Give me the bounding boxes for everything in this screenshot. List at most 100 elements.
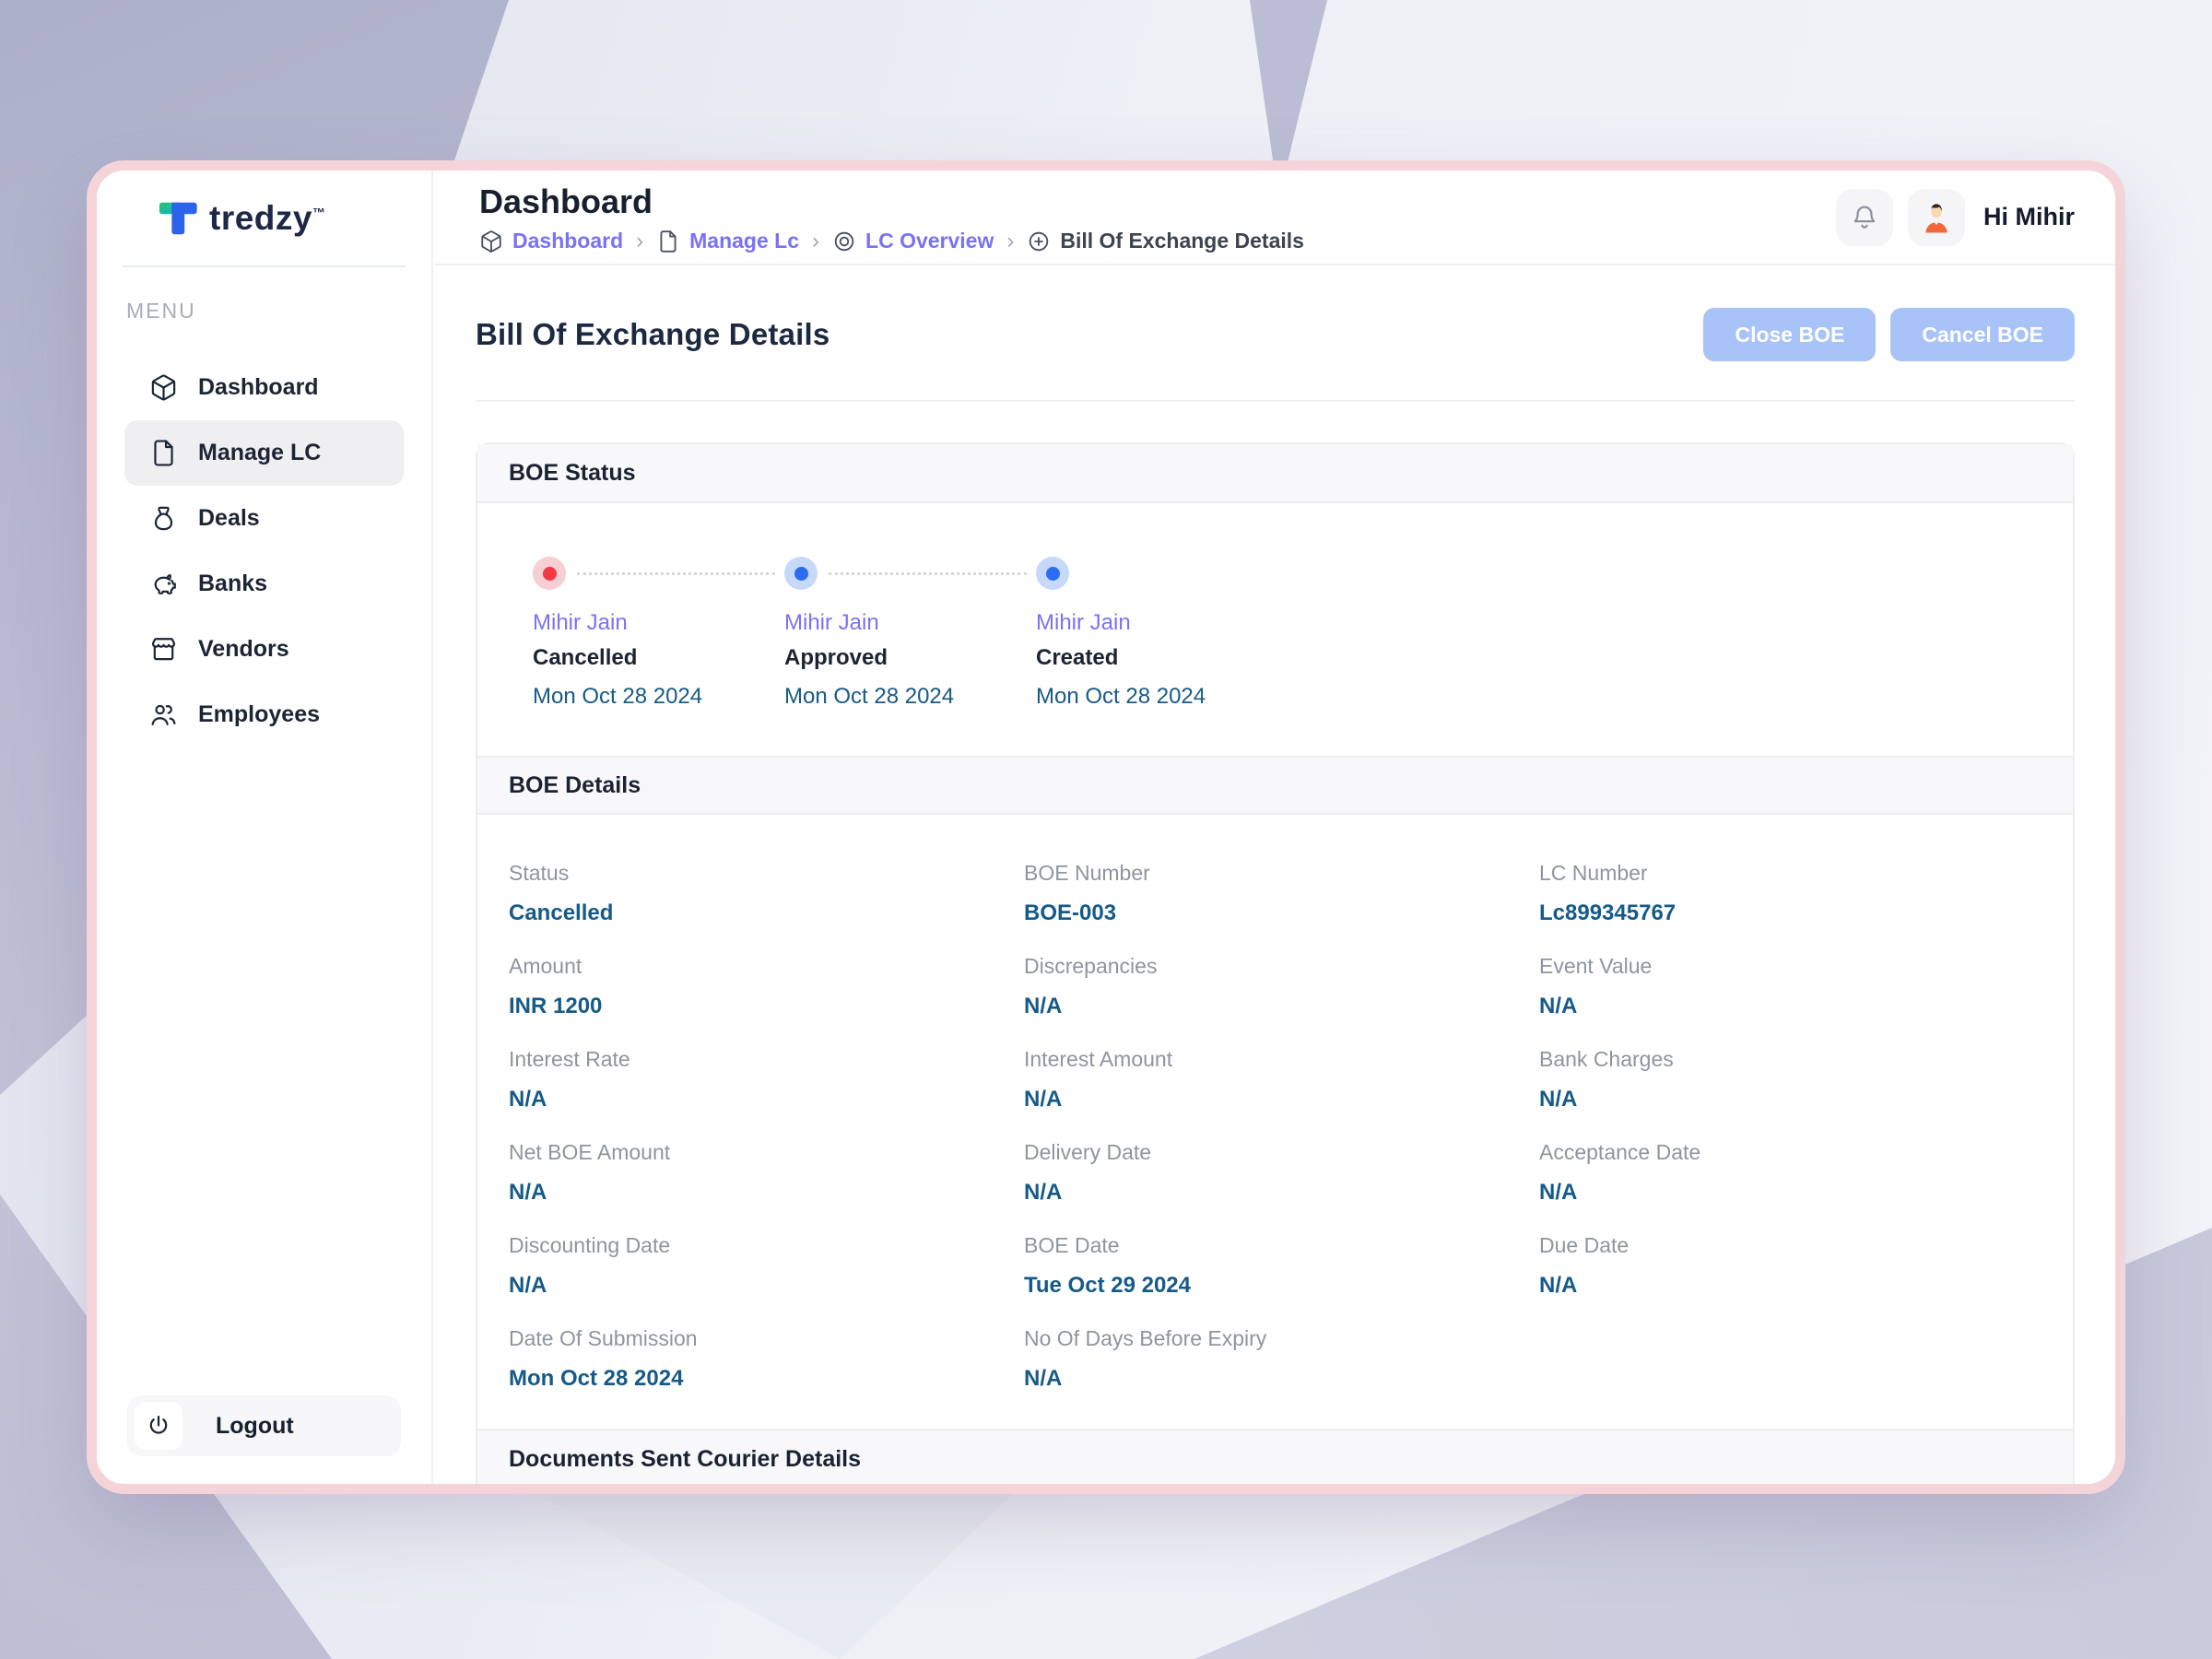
sidebar-item-label: Dashboard (198, 374, 319, 400)
avatar (1916, 197, 1957, 238)
notifications-button[interactable] (1836, 188, 1893, 246)
brand-logo: tredzy™ (97, 171, 431, 265)
file-icon (656, 229, 680, 253)
field-status: Status Cancelled (509, 861, 1024, 926)
brand-name: tredzy™ (209, 198, 326, 237)
app-window: tredzy™ MENU Dashboard Manage LC Deals B… (97, 171, 2115, 1484)
timeline-connector (829, 572, 1027, 575)
bell-icon (1849, 202, 1880, 233)
topbar-actions: Hi Mihir (1836, 188, 2075, 246)
boe-status-timeline: Mihir Jain Cancelled Mon Oct 28 2024 Mih… (477, 503, 2073, 756)
timeline-dot (533, 557, 566, 590)
breadcrumb-label: Bill Of Exchange Details (1060, 229, 1304, 253)
field-value: N/A (1024, 1180, 1063, 1205)
sidebar: tredzy™ MENU Dashboard Manage LC Deals B… (97, 171, 433, 1484)
piggy-bank-icon (149, 570, 178, 598)
field-label: BOE Number (1024, 861, 1150, 885)
field-value: N/A (1539, 1273, 1578, 1298)
sidebar-item-label: Manage LC (198, 440, 322, 465)
logout-button[interactable]: Logout (127, 1395, 401, 1456)
step-date: Mon Oct 28 2024 (533, 684, 703, 709)
sidebar-item-deals[interactable]: Deals (124, 486, 404, 551)
field-boe-number: BOE Number BOE-003 (1024, 861, 1539, 926)
step-date: Mon Oct 28 2024 (784, 684, 955, 709)
field-boe-date: BOE Date Tue Oct 29 2024 (1024, 1233, 1539, 1299)
breadcrumb-current: Bill Of Exchange Details (1027, 229, 1304, 253)
boe-details-title: Bill Of Exchange Details (476, 317, 830, 351)
step-status: Approved (784, 645, 888, 670)
sidebar-item-dashboard[interactable]: Dashboard (124, 355, 404, 420)
field-label: Acceptance Date (1539, 1140, 1701, 1164)
field-interest-rate: Interest Rate N/A (509, 1047, 1024, 1112)
field-value: N/A (1539, 1180, 1578, 1205)
timeline-dot (784, 557, 818, 590)
field-label: Discounting Date (509, 1233, 671, 1257)
boe-details-header: BOE Details (477, 756, 2073, 815)
field-label: Discrepancies (1024, 954, 1158, 978)
plus-circle-icon (1027, 229, 1051, 253)
field-value: Mon Oct 28 2024 (509, 1366, 684, 1391)
breadcrumb-separator: › (636, 228, 644, 253)
profile-avatar-button[interactable] (1908, 188, 1965, 246)
menu-section-label: MENU (126, 299, 196, 323)
step-actor: Mihir Jain (1036, 610, 1131, 635)
sidebar-item-employees[interactable]: Employees (124, 682, 404, 747)
page-header: Bill Of Exchange Details Close BOE Cance… (435, 308, 2115, 402)
page-title: Dashboard (479, 182, 653, 220)
field-label: Event Value (1539, 954, 1653, 978)
sidebar-item-label: Employees (198, 701, 321, 727)
field-bank-charges: Bank Charges N/A (1539, 1047, 2054, 1112)
courier-details-header: Documents Sent Courier Details (477, 1429, 2073, 1484)
field-label: LC Number (1539, 861, 1648, 885)
field-value: N/A (509, 1273, 547, 1298)
sidebar-item-vendors[interactable]: Vendors (124, 617, 404, 682)
field-value: BOE-003 (1024, 900, 1117, 925)
field-label: Due Date (1539, 1233, 1630, 1257)
step-status: Cancelled (533, 645, 638, 670)
breadcrumb-label: LC Overview (865, 229, 994, 253)
field-value: INR 1200 (509, 994, 603, 1018)
timeline-step-cancelled: Mihir Jain Cancelled Mon Oct 28 2024 (533, 557, 784, 710)
breadcrumb-dashboard[interactable]: Dashboard (479, 229, 623, 253)
people-icon (149, 700, 178, 729)
sidebar-nav: Dashboard Manage LC Deals Banks Vendors … (97, 355, 431, 747)
breadcrumb-manage-lc[interactable]: Manage Lc (656, 229, 799, 253)
field-days-before-expiry: No Of Days Before Expiry N/A (1024, 1326, 1539, 1392)
boe-details-grid: Status Cancelled BOE Number BOE-003 LC N… (477, 815, 2073, 1429)
field-acceptance-date: Acceptance Date N/A (1539, 1140, 2054, 1206)
sidebar-item-label: Deals (198, 505, 260, 531)
sidebar-item-label: Banks (198, 571, 268, 596)
trademark: ™ (312, 205, 326, 220)
power-icon-box (135, 1402, 182, 1450)
power-icon (146, 1413, 171, 1439)
field-value: N/A (1539, 994, 1578, 1018)
field-date-of-submission: Date Of Submission Mon Oct 28 2024 (509, 1326, 1024, 1392)
field-label: Date Of Submission (509, 1326, 698, 1350)
field-label: Status (509, 861, 570, 885)
close-boe-button[interactable]: Close BOE (1703, 308, 1877, 361)
field-label: Interest Amount (1024, 1047, 1173, 1071)
sidebar-item-label: Vendors (198, 636, 289, 662)
timeline-connector (577, 572, 775, 575)
cancel-boe-button[interactable]: Cancel BOE (1890, 308, 2075, 361)
field-label: No Of Days Before Expiry (1024, 1326, 1267, 1350)
field-value: Cancelled (509, 900, 614, 925)
field-amount: Amount INR 1200 (509, 954, 1024, 1019)
field-interest-amount: Interest Amount N/A (1024, 1047, 1539, 1112)
sidebar-item-manage-lc[interactable]: Manage LC (124, 420, 404, 486)
step-actor: Mihir Jain (533, 610, 628, 635)
field-delivery-date: Delivery Date N/A (1024, 1140, 1539, 1206)
field-value: N/A (509, 1087, 547, 1112)
target-icon (832, 229, 856, 253)
cube-icon (149, 373, 178, 402)
breadcrumb-lc-overview[interactable]: LC Overview (832, 229, 994, 253)
boe-status-header: BOE Status (477, 444, 2073, 503)
storefront-icon (149, 635, 178, 664)
field-due-date: Due Date N/A (1539, 1233, 2054, 1299)
logout-label: Logout (216, 1412, 294, 1439)
field-discounting-date: Discounting Date N/A (509, 1233, 1024, 1299)
field-label: BOE Date (1024, 1233, 1120, 1257)
field-value: N/A (1024, 994, 1063, 1018)
timeline-step-created: Mihir Jain Created Mon Oct 28 2024 (1036, 557, 1288, 710)
sidebar-item-banks[interactable]: Banks (124, 551, 404, 617)
